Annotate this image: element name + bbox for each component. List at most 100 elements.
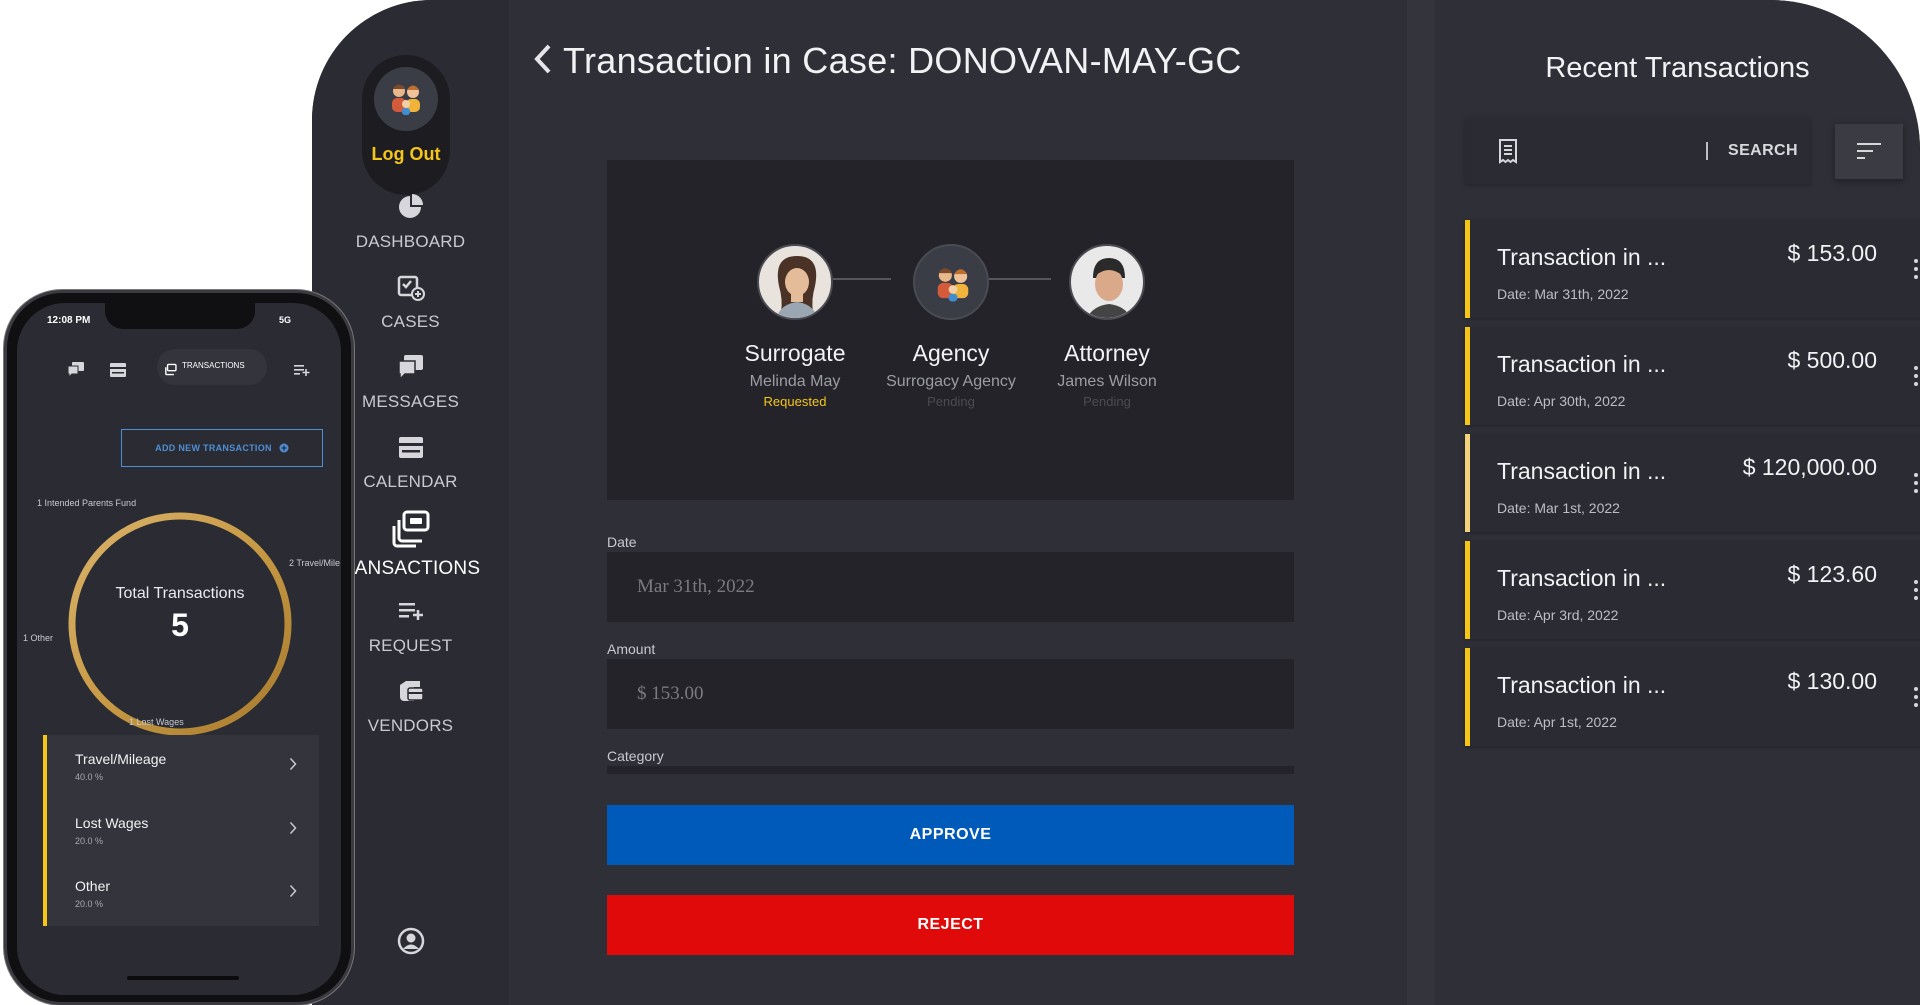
sort-filter-button[interactable] (1835, 124, 1903, 179)
recent-transactions-panel: Recent Transactions SEARCH Transaction i… (1407, 0, 1920, 1005)
transaction-date: Date: Mar 31th, 2022 (1497, 286, 1629, 302)
phone-frame: 12:08 PM 5G TRANSACTIONS ADD NEW TRANSAC… (4, 290, 354, 1005)
request-icon[interactable] (293, 361, 311, 379)
pie-chart-icon (398, 194, 423, 218)
tablet-frame: Log Out DASHBOARD CASES MESSAGES CALENDA… (312, 0, 1920, 1005)
donut-label-top: 1 Intended Parents Fund (37, 498, 137, 508)
donut-title: Total Transactions (115, 585, 245, 602)
search-button[interactable]: SEARCH (1728, 142, 1798, 160)
donut-label-bottom: 1 Lost Wages (129, 717, 184, 727)
nav-dashboard[interactable]: DASHBOARD (312, 192, 509, 252)
transaction-date: Date: Apr 3rd, 2022 (1497, 607, 1619, 623)
transaction-card[interactable]: Transaction in ... $ 153.00 Date: Mar 31… (1465, 220, 1920, 318)
party-status: Pending (927, 394, 975, 409)
more-options-icon[interactable] (1913, 472, 1919, 494)
more-options-icon[interactable] (1913, 579, 1919, 601)
category-name: Lost Wages (75, 815, 149, 831)
plus-circle-icon (279, 443, 289, 453)
party-role: Attorney (1064, 340, 1150, 366)
search-separator (1706, 142, 1708, 160)
agency-avatar (913, 244, 989, 320)
vendors-icon (399, 681, 424, 701)
party-name: Surrogacy Agency (886, 373, 1016, 390)
logout-label: Log Out (371, 144, 441, 164)
request-icon (398, 603, 423, 620)
family-icon (392, 84, 420, 115)
amount-label: Amount (607, 641, 656, 657)
add-new-transaction-button[interactable]: ADD NEW TRANSACTION (121, 429, 323, 467)
tab-transactions-label: TRANSACTIONS (182, 361, 245, 370)
approve-button[interactable]: APPROVE (607, 805, 1294, 865)
document-icon (1499, 139, 1517, 164)
transaction-amount: $ 130.00 (1787, 668, 1877, 694)
transaction-amount: $ 153.00 (1787, 240, 1877, 266)
case-add-icon (397, 275, 425, 301)
reject-button[interactable]: REJECT (607, 895, 1294, 955)
party-attorney[interactable]: Attorney James Wilson Pending (1027, 244, 1187, 409)
donut-label-left: 1 Other (23, 633, 54, 643)
category-card[interactable]: Travel/Mileage 40.0 % (43, 735, 319, 799)
party-status: Pending (1083, 394, 1131, 409)
attorney-avatar (1069, 244, 1145, 320)
transactions-icon (165, 363, 177, 376)
status-time: 12:08 PM (47, 315, 91, 326)
home-indicator (127, 976, 239, 980)
category-card[interactable]: Lost Wages 20.0 % (43, 799, 319, 863)
transaction-card[interactable]: Transaction in ... $ 500.00 Date: Apr 30… (1465, 327, 1920, 425)
parties-panel: Surrogate Melinda May Requested Agency S… (607, 160, 1294, 500)
category-percent: 20.0 % (75, 899, 104, 909)
category-field[interactable] (607, 766, 1294, 774)
date-field[interactable]: Mar 31th, 2022 (607, 552, 1294, 622)
person-portrait-icon (776, 256, 818, 318)
search-bar[interactable]: SEARCH (1465, 118, 1810, 184)
family-avatar (374, 67, 438, 131)
more-options-icon[interactable] (1913, 258, 1919, 280)
person-portrait-icon (1086, 258, 1132, 318)
party-name: James Wilson (1057, 373, 1157, 390)
transaction-date: Date: Apr 30th, 2022 (1497, 393, 1626, 409)
transaction-amount: $ 120,000.00 (1742, 454, 1877, 480)
profile-icon (397, 927, 424, 955)
add-new-transaction-label: ADD NEW TRANSACTION (155, 443, 272, 453)
amount-field[interactable]: $ 153.00 (607, 659, 1294, 729)
transaction-name: Transaction in ... (1497, 244, 1667, 270)
date-label: Date (607, 534, 637, 550)
category-percent: 40.0 % (75, 772, 104, 782)
transaction-name: Transaction in ... (1497, 672, 1667, 698)
donut-label-right: 2 Travel/Mile (289, 558, 341, 568)
phone-tab-bar: TRANSACTIONS (17, 345, 341, 395)
more-options-icon[interactable] (1913, 686, 1919, 708)
more-options-icon[interactable] (1913, 365, 1919, 387)
messages-icon (397, 355, 423, 381)
nav-dashboard-label: DASHBOARD (355, 232, 466, 251)
transaction-card[interactable]: Transaction in ... $ 123.60 Date: Apr 3r… (1465, 541, 1920, 639)
transaction-name: Transaction in ... (1497, 565, 1667, 591)
recent-transactions-title: Recent Transactions (1545, 52, 1810, 84)
category-label: Category (607, 748, 664, 764)
chevron-right-icon (289, 757, 297, 771)
back-chevron-icon[interactable] (531, 42, 555, 76)
party-agency[interactable]: Agency Surrogacy Agency Pending (871, 244, 1031, 409)
logout-button[interactable]: Log Out (362, 55, 450, 195)
transaction-date: Date: Mar 1st, 2022 (1497, 500, 1620, 516)
messages-icon[interactable] (67, 361, 85, 379)
transaction-name: Transaction in ... (1497, 458, 1667, 484)
party-surrogate[interactable]: Surrogate Melinda May Requested (715, 244, 875, 409)
phone-notch (105, 303, 255, 329)
transaction-amount: $ 123.60 (1787, 561, 1877, 587)
phone-screen: 12:08 PM 5G TRANSACTIONS ADD NEW TRANSAC… (17, 303, 341, 995)
surrogate-avatar (757, 244, 833, 320)
calendar-icon[interactable] (109, 361, 127, 379)
transaction-amount: $ 500.00 (1787, 347, 1877, 373)
chevron-right-icon (289, 821, 297, 835)
sort-lines-icon (1857, 143, 1881, 159)
category-name: Travel/Mileage (75, 751, 167, 767)
page-title: Transaction in Case: DONOVAN-MAY-GC (563, 40, 1242, 81)
category-name: Other (75, 878, 111, 894)
transaction-card[interactable]: Transaction in ... $ 120,000.00 Date: Ma… (1465, 434, 1920, 532)
party-role: Surrogate (744, 340, 846, 366)
party-name: Melinda May (749, 373, 841, 390)
transaction-card[interactable]: Transaction in ... $ 130.00 Date: Apr 1s… (1465, 648, 1920, 746)
category-card[interactable]: Other 20.0 % (43, 862, 319, 926)
transaction-date: Date: Apr 1st, 2022 (1497, 714, 1617, 730)
